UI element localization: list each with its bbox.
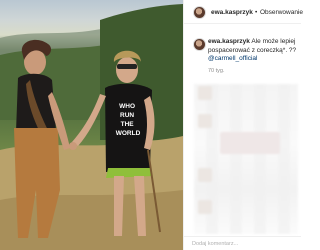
add-comment-placeholder[interactable]: Dodaj komentarz... (192, 241, 238, 247)
avatar[interactable] (193, 6, 206, 19)
follow-status[interactable]: Obserwowanie (260, 9, 303, 16)
post-photo[interactable]: WHO RUN THE WORLD (0, 0, 183, 250)
post-side-panel: ewa.kasprzyk • Obserwowanie ewa.kasprzyk… (183, 0, 303, 250)
caption: ewa.kasprzyk Ale może lepiej pospacerowa… (208, 38, 298, 64)
blurred-comments (194, 84, 298, 234)
photo-scene: WHO RUN THE WORLD (0, 4, 183, 250)
post-timestamp[interactable]: 70 tyg. (208, 68, 225, 74)
header-username[interactable]: ewa.kasprzyk (211, 9, 253, 16)
caption-avatar[interactable] (193, 38, 206, 51)
caption-username[interactable]: ewa.kasprzyk (208, 38, 250, 45)
add-comment-field[interactable]: Dodaj komentarz... (184, 236, 301, 250)
header-separator: • (255, 9, 258, 16)
post-header: ewa.kasprzyk • Obserwowanie (184, 0, 303, 24)
caption-mention[interactable]: @carmell_official (208, 55, 298, 64)
